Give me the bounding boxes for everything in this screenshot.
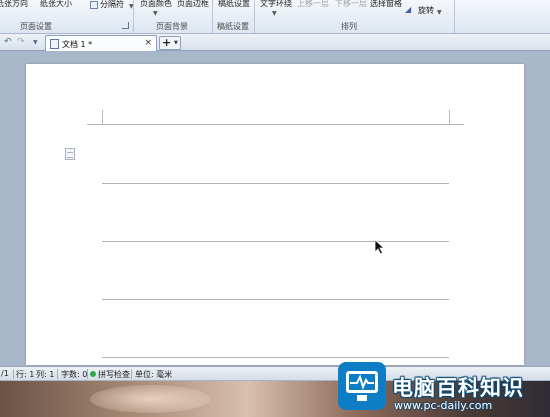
group-divider bbox=[254, 0, 255, 33]
ribbon-toolbar: 纸张方向 纸张大小 分隔符 ▼ 页面设置 页面颜色 ▼ 页面边框 页面背景 稿纸… bbox=[0, 0, 550, 34]
selection-pane-button[interactable]: 选择窗格 bbox=[370, 0, 402, 8]
watermark-title: 电脑百科知识 bbox=[392, 376, 524, 400]
chevron-down-icon[interactable]: ▼ bbox=[174, 40, 178, 46]
send-backward-button[interactable]: 下移一层 bbox=[335, 0, 367, 8]
status-column: 列: 1 bbox=[36, 370, 55, 379]
status-divider bbox=[131, 369, 132, 379]
mouse-pointer-icon bbox=[374, 239, 386, 255]
plus-icon: + bbox=[162, 36, 172, 49]
draft-line bbox=[102, 183, 449, 184]
margin-corner-mark bbox=[449, 124, 464, 125]
margin-corner-mark bbox=[449, 110, 450, 124]
page-setup-launcher[interactable] bbox=[122, 22, 129, 29]
status-row: 行: 1 bbox=[16, 370, 35, 379]
orientation-button[interactable]: 纸张方向 bbox=[0, 0, 28, 8]
page-border-button[interactable]: 页面边框 bbox=[177, 0, 209, 8]
draft-line bbox=[102, 299, 449, 300]
document-tab[interactable]: 文档 1 * × bbox=[45, 35, 157, 51]
status-word-count[interactable]: 字数: 0 bbox=[61, 369, 87, 380]
group-page-background-label: 页面背景 bbox=[156, 22, 188, 31]
watermark-screen bbox=[346, 371, 378, 393]
document-tab-title: 文档 1 * bbox=[62, 40, 93, 49]
group-draft-paper-label: 稿纸设置 bbox=[217, 22, 249, 31]
draft-line bbox=[102, 241, 449, 242]
close-icon[interactable]: × bbox=[144, 38, 152, 48]
group-divider bbox=[133, 0, 134, 33]
rotate-icon: ◢ bbox=[405, 5, 412, 14]
bring-forward-button[interactable]: 上移一层 bbox=[297, 0, 329, 8]
status-divider bbox=[13, 369, 14, 379]
spell-check-status-icon bbox=[90, 371, 96, 377]
document-workspace bbox=[0, 52, 550, 365]
document-page[interactable] bbox=[26, 64, 524, 365]
draft-line bbox=[102, 357, 449, 358]
header-line bbox=[102, 124, 449, 125]
page-color-dropdown-icon[interactable]: ▼ bbox=[153, 10, 158, 17]
status-page: /1 bbox=[1, 369, 9, 378]
quick-access-dropdown-icon[interactable]: ▼ bbox=[33, 39, 38, 46]
separator-button[interactable]: 分隔符 bbox=[100, 1, 124, 9]
separator-icon bbox=[90, 1, 98, 9]
watermark-url: www.pc-daily.com bbox=[394, 399, 493, 412]
status-divider bbox=[57, 369, 58, 379]
group-page-setup-label: 页面设置 bbox=[20, 22, 52, 31]
page-color-button[interactable]: 页面颜色 bbox=[140, 0, 172, 8]
monitor-logo-icon bbox=[338, 362, 386, 410]
new-tab-button[interactable]: + ▼ bbox=[159, 36, 181, 50]
watermark-stand bbox=[357, 395, 367, 401]
text-wrap-dropdown-icon[interactable]: ▼ bbox=[272, 10, 277, 17]
document-tab-bar: ↶ ↷ ▼ 文档 1 * × + ▼ bbox=[0, 34, 550, 51]
status-divider bbox=[87, 369, 88, 379]
page-size-button[interactable]: 纸张大小 bbox=[40, 0, 72, 8]
draft-setting-button[interactable]: 稿纸设置 bbox=[218, 0, 250, 8]
margin-corner-mark bbox=[87, 124, 102, 125]
margin-corner-mark bbox=[102, 110, 103, 124]
redo-icon[interactable]: ↷ bbox=[17, 37, 25, 47]
group-divider bbox=[212, 0, 213, 33]
spell-check-button[interactable]: 拼写检查 bbox=[98, 369, 130, 380]
status-unit[interactable]: 单位: 毫米 bbox=[135, 369, 172, 380]
undo-icon[interactable]: ↶ bbox=[4, 37, 12, 47]
group-divider bbox=[454, 0, 455, 33]
pulse-icon bbox=[350, 374, 374, 390]
rotate-dropdown-icon[interactable]: ▼ bbox=[437, 9, 442, 16]
document-icon bbox=[50, 39, 59, 49]
group-arrange-label: 排列 bbox=[341, 22, 357, 31]
paragraph-icon[interactable] bbox=[65, 148, 75, 160]
rotate-button[interactable]: 旋转 bbox=[418, 7, 434, 15]
text-wrap-button[interactable]: 文字环绕 bbox=[260, 0, 292, 8]
